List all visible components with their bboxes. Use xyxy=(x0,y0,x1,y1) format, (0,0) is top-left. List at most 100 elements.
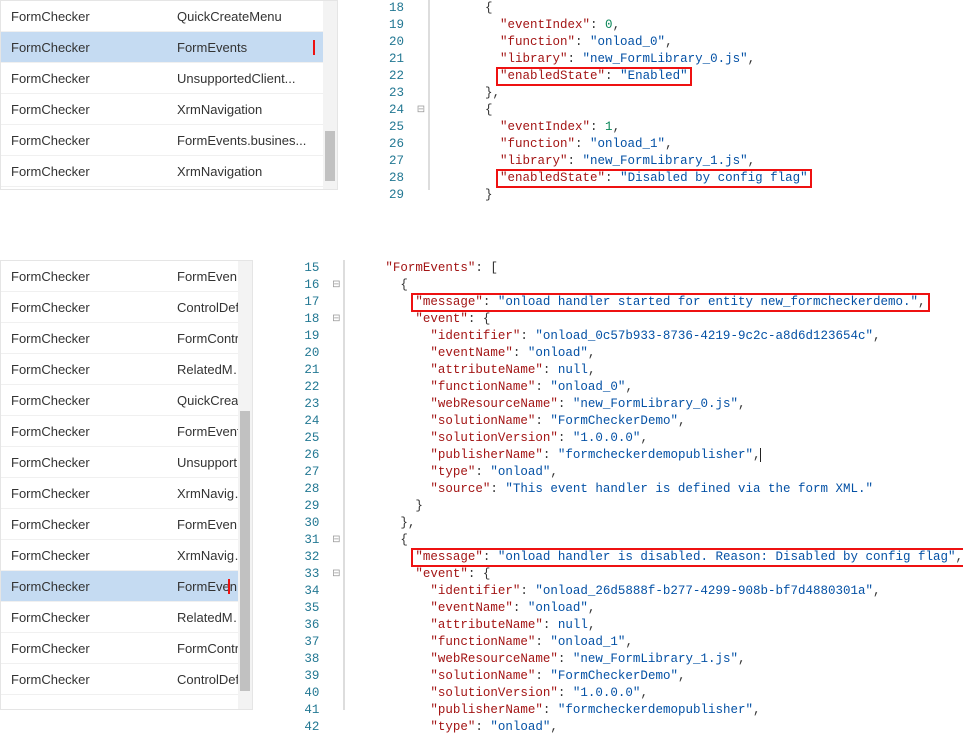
list-scrollbar[interactable] xyxy=(238,261,252,709)
line-number: 25 xyxy=(378,119,404,136)
code-line[interactable]: "functionName": "onload_1", xyxy=(355,634,963,651)
code-line[interactable]: "enabledState": "Enabled" xyxy=(440,68,963,85)
list-col-source: FormChecker xyxy=(1,362,169,377)
code-line[interactable]: } xyxy=(440,187,963,204)
code-line[interactable]: "eventName": "onload", xyxy=(355,600,963,617)
code-editor-bottom[interactable]: 1516171819202122232425262728293031323334… xyxy=(253,260,963,710)
fold-marker xyxy=(329,651,343,668)
list-item[interactable]: FormCheckerRelatedMenu xyxy=(1,602,252,633)
fold-marker xyxy=(329,600,343,617)
code-line[interactable]: "library": "new_FormLibrary_1.js", xyxy=(440,153,963,170)
code-line[interactable]: "message": "onload handler started for e… xyxy=(355,294,963,311)
line-number-gutter: 181920212223242526272829 xyxy=(378,0,414,190)
list-item[interactable]: FormCheckerFormEvents.busines... xyxy=(1,509,252,540)
line-number: 15 xyxy=(293,260,319,277)
code-line[interactable]: "functionName": "onload_0", xyxy=(355,379,963,396)
code-line[interactable]: "solutionVersion": "1.0.0.0", xyxy=(355,430,963,447)
list-item[interactable]: FormCheckerFormEvents.busines... xyxy=(1,125,337,156)
list-col-source: FormChecker xyxy=(1,672,169,687)
list-item[interactable]: FormCheckerFormEvents.busines... xyxy=(1,261,252,292)
list-col-source: FormChecker xyxy=(1,164,169,179)
event-list-top[interactable]: FormCheckerQuickCreateMenuFormCheckerFor… xyxy=(0,0,338,190)
scrollbar-thumb[interactable] xyxy=(325,131,335,181)
list-item[interactable]: FormCheckerFormControls xyxy=(1,633,252,664)
code-line[interactable]: } xyxy=(355,498,963,515)
fold-gutter[interactable]: ⊟ xyxy=(414,0,428,190)
fold-marker xyxy=(329,719,343,736)
list-item[interactable]: FormCheckerXrmNavigation xyxy=(1,94,337,125)
code-line[interactable]: "identifier": "onload_26d5888f-b277-4299… xyxy=(355,583,963,600)
fold-marker[interactable]: ⊟ xyxy=(414,102,428,119)
fold-marker xyxy=(414,187,428,204)
highlight-box xyxy=(169,579,230,594)
code-line[interactable]: { xyxy=(440,102,963,119)
code-line[interactable]: "attributeName": null, xyxy=(355,362,963,379)
code-line[interactable]: "enabledState": "Disabled by config flag… xyxy=(440,170,963,187)
code-line[interactable]: "source": "This event handler is defined… xyxy=(355,481,963,498)
list-item[interactable]: FormCheckerControlDefaultValue xyxy=(1,292,252,323)
list-item[interactable]: FormCheckerXrmNavigation xyxy=(1,540,252,571)
fold-marker xyxy=(329,294,343,311)
code-line[interactable]: "FormEvents": [ xyxy=(355,260,963,277)
fold-marker xyxy=(329,583,343,600)
code-line[interactable]: "webResourceName": "new_FormLibrary_1.js… xyxy=(355,651,963,668)
fold-marker[interactable]: ⊟ xyxy=(329,311,343,328)
scrollbar-thumb[interactable] xyxy=(240,411,250,691)
code-line[interactable]: "publisherName": "formcheckerdemopublish… xyxy=(355,702,963,719)
line-number: 23 xyxy=(378,85,404,102)
code-line[interactable]: "message": "onload handler is disabled. … xyxy=(355,549,963,566)
code-line[interactable]: "event": { xyxy=(355,566,963,583)
code-line[interactable]: "eventIndex": 1, xyxy=(440,119,963,136)
list-item[interactable]: FormCheckerQuickCreateMenu xyxy=(1,385,252,416)
event-list-bottom[interactable]: FormCheckerFormEvents.busines...FormChec… xyxy=(0,260,253,710)
list-item[interactable]: FormCheckerUnsupportedClient... xyxy=(1,447,252,478)
code-line[interactable]: "event": { xyxy=(355,311,963,328)
list-item[interactable]: FormCheckerControlDefaultValue xyxy=(1,664,252,695)
code-line[interactable]: "function": "onload_0", xyxy=(440,34,963,51)
list-col-source: FormChecker xyxy=(1,300,169,315)
fold-marker xyxy=(414,0,428,17)
code-line[interactable]: "type": "onload", xyxy=(355,464,963,481)
list-item[interactable]: FormCheckerFormEvents xyxy=(1,416,252,447)
list-scrollbar[interactable] xyxy=(323,1,337,189)
code-line[interactable]: "eventName": "onload", xyxy=(355,345,963,362)
list-item[interactable]: FormCheckerFormControls xyxy=(1,323,252,354)
fold-gutter[interactable]: ⊟ ⊟ ⊟ ⊟ xyxy=(329,260,343,710)
fold-marker[interactable]: ⊟ xyxy=(329,277,343,294)
code-line[interactable]: "function": "onload_1", xyxy=(440,136,963,153)
code-line[interactable]: { xyxy=(355,277,963,294)
list-item[interactable]: FormCheckerUnsupportedClient... xyxy=(1,63,337,94)
code-line[interactable]: }, xyxy=(440,85,963,102)
code-line[interactable]: "type": "onload", xyxy=(355,719,963,736)
fold-marker[interactable]: ⊟ xyxy=(329,566,343,583)
code-line[interactable]: "solutionName": "FormCheckerDemo", xyxy=(355,413,963,430)
list-item[interactable]: FormCheckerQuickCreateMenu xyxy=(1,1,337,32)
code-line[interactable]: "solutionName": "FormCheckerDemo", xyxy=(355,668,963,685)
fold-marker xyxy=(329,549,343,566)
code-line[interactable]: "webResourceName": "new_FormLibrary_0.js… xyxy=(355,396,963,413)
line-number: 38 xyxy=(293,651,319,668)
code-body[interactable]: { "eventIndex": 0, "function": "onload_0… xyxy=(428,0,963,190)
list-item[interactable]: FormCheckerXrmNavigation xyxy=(1,156,337,187)
code-body[interactable]: "FormEvents": [ { "message": "onload han… xyxy=(343,260,963,710)
line-number: 24 xyxy=(293,413,319,430)
line-number: 28 xyxy=(378,170,404,187)
code-line[interactable]: }, xyxy=(355,515,963,532)
list-item[interactable]: FormCheckerRelatedMenu xyxy=(1,354,252,385)
list-col-event: XrmNavigation xyxy=(169,164,337,179)
code-line[interactable]: "attributeName": null, xyxy=(355,617,963,634)
code-line[interactable]: "solutionVersion": "1.0.0.0", xyxy=(355,685,963,702)
fold-marker xyxy=(414,34,428,51)
code-line[interactable]: "eventIndex": 0, xyxy=(440,17,963,34)
fold-marker[interactable]: ⊟ xyxy=(329,532,343,549)
code-line[interactable]: { xyxy=(440,0,963,17)
code-editor-top[interactable]: 181920212223242526272829 ⊟ { "eventIndex… xyxy=(338,0,963,190)
code-line[interactable]: "library": "new_FormLibrary_0.js", xyxy=(440,51,963,68)
line-number: 32 xyxy=(293,549,319,566)
code-line[interactable]: "publisherName": "formcheckerdemopublish… xyxy=(355,447,963,464)
list-item[interactable]: FormCheckerXrmNavigation xyxy=(1,478,252,509)
code-line[interactable]: "identifier": "onload_0c57b933-8736-4219… xyxy=(355,328,963,345)
list-item[interactable]: FormCheckerFormEvents.onload xyxy=(1,571,252,602)
code-line[interactable]: { xyxy=(355,532,963,549)
list-item[interactable]: FormCheckerFormEvents xyxy=(1,32,337,63)
